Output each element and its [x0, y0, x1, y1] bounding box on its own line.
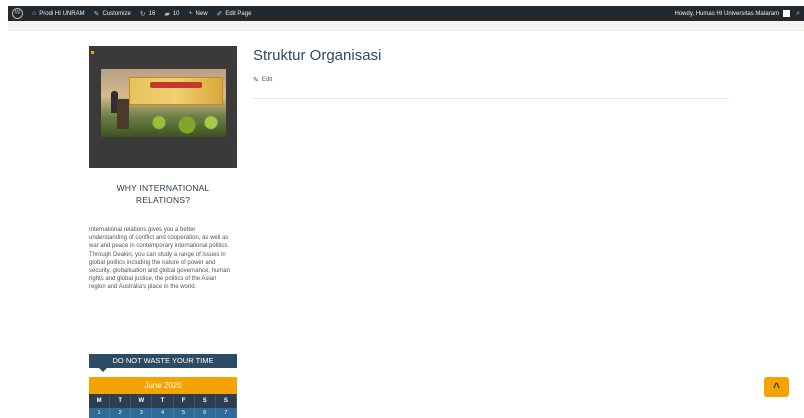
- widget-title: WHY INTERNATIONAL RELATIONS?: [116, 183, 210, 205]
- customize-label: Customize: [102, 10, 131, 17]
- event-photo[interactable]: [101, 69, 226, 137]
- admin-bar-secondary: Howdy, Humas HI Universitas Mataram ⌕: [674, 10, 804, 18]
- avatar[interactable]: [783, 10, 791, 17]
- calendar-day-header: T: [110, 394, 132, 408]
- new-content-link[interactable]: + New: [188, 10, 207, 17]
- photo-plants: [143, 113, 223, 137]
- page-title: Struktur Organisasi: [253, 47, 382, 64]
- updates-link[interactable]: ↻ 16: [140, 10, 156, 18]
- search-icon[interactable]: ⌕: [796, 10, 800, 18]
- calendar-day-header: T: [152, 394, 174, 408]
- edit-page-link[interactable]: ✐ Edit Page: [217, 10, 252, 18]
- calendar-widget: June 2020 M T W T F S S 1 2 3 4 5 6 7: [89, 377, 237, 418]
- edit-post-link[interactable]: ✎ Edit: [253, 76, 272, 84]
- image-marker: [91, 51, 94, 54]
- photo-banner-title: [150, 82, 202, 88]
- plus-icon: +: [188, 10, 193, 17]
- calendar-day-header: F: [174, 394, 195, 408]
- wordpress-logo-icon[interactable]: W: [12, 8, 23, 19]
- sidebar-image-widget: [89, 46, 237, 168]
- content-divider: [253, 98, 729, 99]
- home-icon: ⌂: [32, 10, 37, 17]
- edit-icon: ✎: [253, 77, 259, 84]
- customize-link[interactable]: ✎ Customize: [94, 10, 131, 18]
- edit-page-label: Edit Page: [225, 10, 252, 17]
- comments-link[interactable]: ▰ 10: [164, 10, 179, 18]
- new-label: New: [195, 10, 208, 17]
- account-greeting[interactable]: Howdy, Humas HI Universitas Mataram: [674, 11, 779, 17]
- pencil-icon: ✐: [216, 10, 223, 18]
- sidebar-banner-heading: DO NOT WASTE YOUR TIME: [89, 354, 237, 372]
- site-name-link[interactable]: ⌂ Prodi HI UNRAM: [32, 10, 85, 17]
- calendar-weekday-row: M T W T F S S: [89, 394, 237, 408]
- back-to-top-button[interactable]: ^: [764, 377, 789, 397]
- edit-label: Edit: [261, 77, 273, 83]
- header-strip: [8, 21, 804, 31]
- paintbrush-icon: ✎: [93, 10, 100, 18]
- calendar-day-header: S: [195, 394, 216, 408]
- photo-podium: [117, 99, 129, 129]
- site-name-label: Prodi HI UNRAM: [39, 10, 85, 17]
- comments-count: 10: [172, 10, 180, 17]
- widget-text: International relations gives you a bett…: [89, 227, 230, 291]
- calendar-day-header: W: [131, 394, 153, 408]
- calendar-day-header: S: [216, 394, 237, 408]
- photo-banner: [129, 77, 223, 105]
- calendar-day-header: M: [89, 394, 111, 408]
- comment-icon: ▰: [164, 10, 170, 18]
- admin-bar: W ⌂ Prodi HI UNRAM ✎ Customize ↻ 16 ▰ 10…: [8, 6, 804, 21]
- calendar-caption: June 2020: [89, 377, 237, 394]
- updates-count: 16: [148, 10, 156, 17]
- updates-icon: ↻: [139, 10, 146, 18]
- chevron-up-icon: ^: [772, 380, 780, 394]
